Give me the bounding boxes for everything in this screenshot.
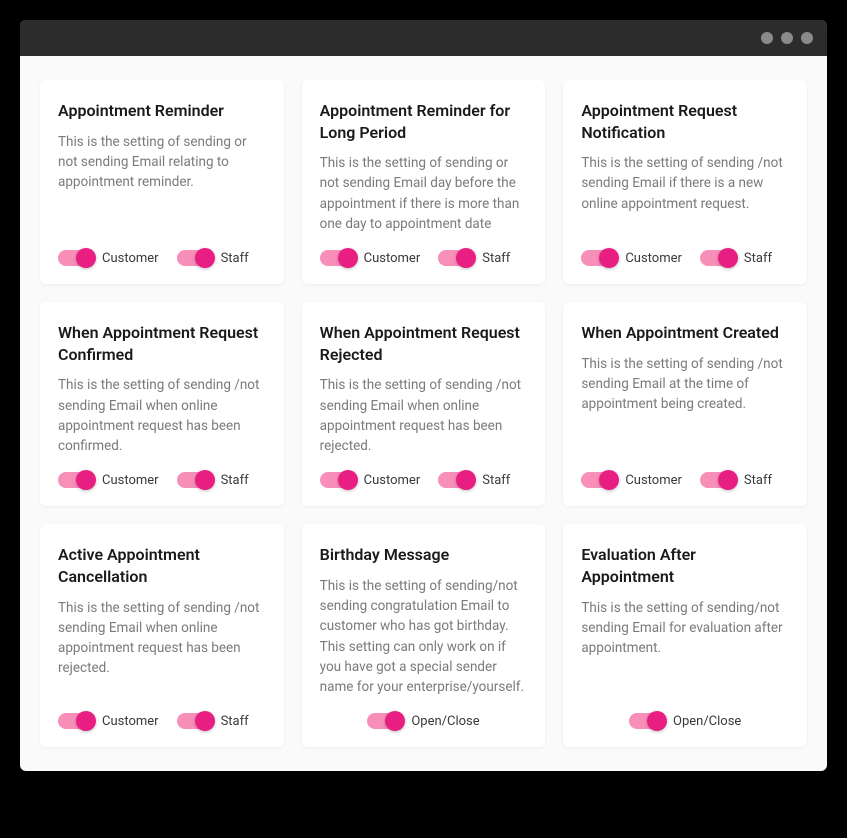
card-appointment-request-confirmed: When Appointment Request Confirmed This … bbox=[40, 302, 284, 506]
toggle-group-customer: Customer bbox=[581, 250, 682, 266]
toggle-label: Staff bbox=[221, 473, 249, 488]
toggle-group-staff: Staff bbox=[177, 472, 249, 488]
toggle-group-staff: Staff bbox=[177, 713, 249, 729]
toggle-row: Customer Staff bbox=[581, 472, 789, 488]
card-desc: This is the setting of sending /not send… bbox=[58, 375, 266, 456]
customer-toggle[interactable] bbox=[320, 472, 356, 488]
staff-toggle[interactable] bbox=[177, 472, 213, 488]
toggle-group-customer: Customer bbox=[58, 472, 159, 488]
staff-toggle[interactable] bbox=[700, 472, 736, 488]
toggle-group-customer: Customer bbox=[58, 250, 159, 266]
toggle-group-openclose: Open/Close bbox=[367, 713, 479, 729]
card-appointment-reminder-long: Appointment Reminder for Long Period Thi… bbox=[302, 80, 546, 284]
customer-toggle[interactable] bbox=[581, 250, 617, 266]
settings-grid: Appointment Reminder This is the setting… bbox=[20, 56, 827, 771]
card-desc: This is the setting of sending/not sendi… bbox=[320, 576, 528, 698]
customer-toggle[interactable] bbox=[58, 713, 94, 729]
customer-toggle[interactable] bbox=[58, 250, 94, 266]
staff-toggle[interactable] bbox=[177, 250, 213, 266]
toggle-row: Open/Close bbox=[320, 713, 528, 729]
toggle-label: Staff bbox=[482, 251, 510, 266]
toggle-group-customer: Customer bbox=[581, 472, 682, 488]
toggle-row: Customer Staff bbox=[320, 472, 528, 488]
toggle-label: Open/Close bbox=[673, 714, 741, 729]
card-appointment-request-notification: Appointment Request Notification This is… bbox=[563, 80, 807, 284]
card-birthday-message: Birthday Message This is the setting of … bbox=[302, 524, 546, 747]
card-appointment-request-rejected: When Appointment Request Rejected This i… bbox=[302, 302, 546, 506]
card-title: Evaluation After Appointment bbox=[581, 544, 789, 587]
toggle-group-staff: Staff bbox=[700, 250, 772, 266]
titlebar bbox=[20, 20, 827, 56]
staff-toggle[interactable] bbox=[438, 250, 474, 266]
card-desc: This is the setting of sending /not send… bbox=[581, 153, 789, 234]
window-dot-icon bbox=[761, 32, 773, 44]
card-desc: This is the setting of sending or not se… bbox=[58, 132, 266, 235]
card-title: Appointment Reminder bbox=[58, 100, 266, 122]
card-title: When Appointment Request Rejected bbox=[320, 322, 528, 365]
toggle-group-staff: Staff bbox=[438, 472, 510, 488]
toggle-label: Staff bbox=[221, 251, 249, 266]
card-title: When Appointment Created bbox=[581, 322, 789, 344]
toggle-row: Open/Close bbox=[581, 713, 789, 729]
window-dot-icon bbox=[781, 32, 793, 44]
toggle-label: Staff bbox=[482, 473, 510, 488]
toggle-group-customer: Customer bbox=[320, 472, 421, 488]
toggle-label: Staff bbox=[744, 473, 772, 488]
card-appointment-reminder: Appointment Reminder This is the setting… bbox=[40, 80, 284, 284]
toggle-group-staff: Staff bbox=[438, 250, 510, 266]
openclose-toggle[interactable] bbox=[367, 713, 403, 729]
app-window: Appointment Reminder This is the setting… bbox=[20, 20, 827, 771]
toggle-label: Staff bbox=[744, 251, 772, 266]
card-title: Active Appointment Cancellation bbox=[58, 544, 266, 587]
card-title: Birthday Message bbox=[320, 544, 528, 566]
toggle-label: Customer bbox=[102, 251, 159, 266]
toggle-group-openclose: Open/Close bbox=[629, 713, 741, 729]
card-active-appointment-cancellation: Active Appointment Cancellation This is … bbox=[40, 524, 284, 747]
customer-toggle[interactable] bbox=[320, 250, 356, 266]
window-dot-icon bbox=[801, 32, 813, 44]
card-title: Appointment Request Notification bbox=[581, 100, 789, 143]
toggle-group-staff: Staff bbox=[700, 472, 772, 488]
card-title: Appointment Reminder for Long Period bbox=[320, 100, 528, 143]
card-desc: This is the setting of sending /not send… bbox=[581, 354, 789, 457]
staff-toggle[interactable] bbox=[700, 250, 736, 266]
toggle-row: Customer Staff bbox=[58, 472, 266, 488]
staff-toggle[interactable] bbox=[177, 713, 213, 729]
toggle-label: Customer bbox=[364, 473, 421, 488]
toggle-label: Customer bbox=[102, 714, 159, 729]
card-title: When Appointment Request Confirmed bbox=[58, 322, 266, 365]
card-desc: This is the setting of sending /not send… bbox=[58, 598, 266, 698]
toggle-label: Customer bbox=[102, 473, 159, 488]
toggle-group-customer: Customer bbox=[58, 713, 159, 729]
card-desc: This is the setting of sending or not se… bbox=[320, 153, 528, 234]
toggle-row: Customer Staff bbox=[58, 713, 266, 729]
toggle-row: Customer Staff bbox=[58, 250, 266, 266]
toggle-label: Customer bbox=[625, 251, 682, 266]
toggle-label: Customer bbox=[364, 251, 421, 266]
toggle-label: Staff bbox=[221, 714, 249, 729]
staff-toggle[interactable] bbox=[438, 472, 474, 488]
toggle-row: Customer Staff bbox=[320, 250, 528, 266]
toggle-label: Customer bbox=[625, 473, 682, 488]
toggle-group-staff: Staff bbox=[177, 250, 249, 266]
card-evaluation-after-appointment: Evaluation After Appointment This is the… bbox=[563, 524, 807, 747]
card-appointment-created: When Appointment Created This is the set… bbox=[563, 302, 807, 506]
toggle-row: Customer Staff bbox=[581, 250, 789, 266]
customer-toggle[interactable] bbox=[58, 472, 94, 488]
customer-toggle[interactable] bbox=[581, 472, 617, 488]
toggle-label: Open/Close bbox=[411, 714, 479, 729]
toggle-group-customer: Customer bbox=[320, 250, 421, 266]
openclose-toggle[interactable] bbox=[629, 713, 665, 729]
card-desc: This is the setting of sending/not sendi… bbox=[581, 598, 789, 698]
card-desc: This is the setting of sending /not send… bbox=[320, 375, 528, 456]
